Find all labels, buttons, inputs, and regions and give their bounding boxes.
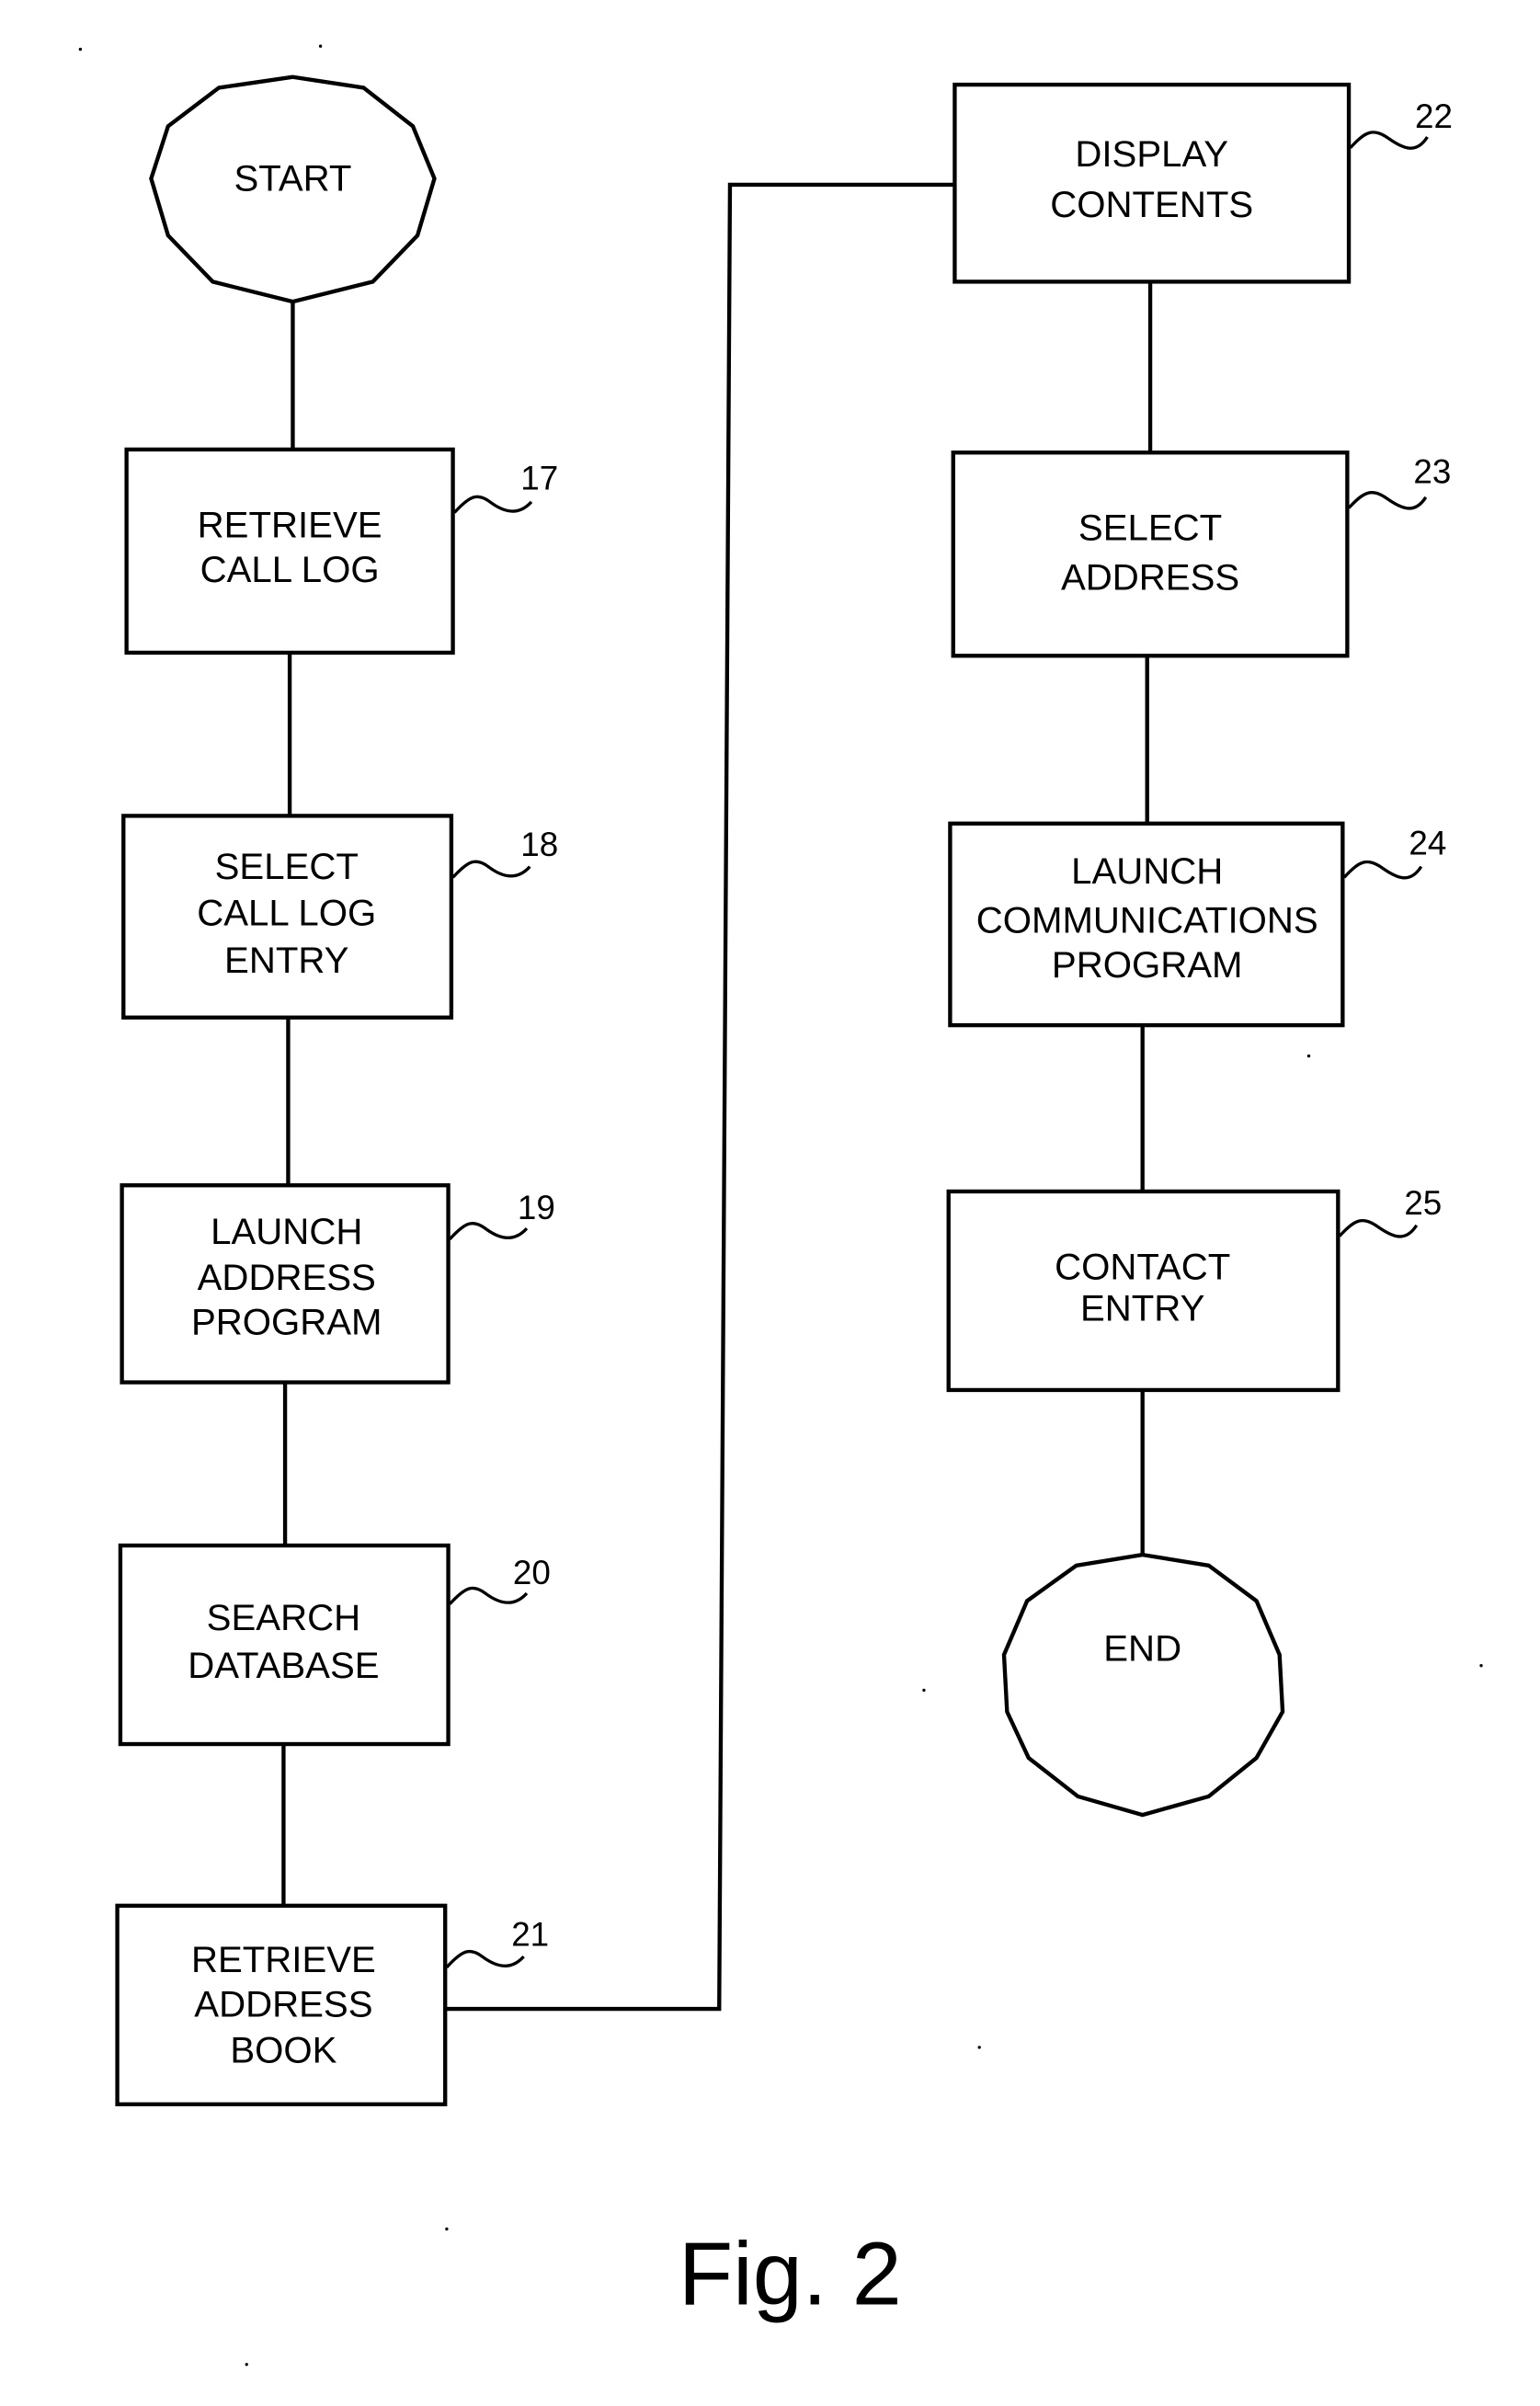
step-23-select-address: SELECT ADDRESS 23 [951,450,1451,658]
step-box [951,450,1350,658]
end-label: END [1103,1628,1181,1670]
reference-number: 17 [520,459,558,496]
step-label-line: SEARCH [207,1597,360,1638]
reference-leader [448,1221,529,1240]
reference-leader [1338,1218,1419,1238]
step-21-retrieve-address-book: RETRIEVE ADDRESS BOOK 21 [115,1903,549,2107]
reference-number: 24 [1409,824,1446,861]
step-label-line: CALL LOG [200,549,380,590]
reference-leader [453,495,533,514]
step-label-line: ADDRESS [1061,556,1239,598]
step-label-line: LAUNCH [211,1211,362,1252]
step-label-line: CALL LOG [197,892,376,933]
step-22-display-contents: DISPLAY CONTENTS 22 [953,82,1453,284]
reference-number: 21 [511,1915,549,1953]
step-label-line: RETRIEVE [198,504,382,545]
step-label-line: RETRIEVE [191,1939,376,1980]
reference-number: 25 [1404,1184,1442,1222]
step-label-line: DATABASE [188,1645,379,1686]
reference-leader [445,1949,525,1968]
step-label-line: DISPLAY [1075,133,1228,175]
step-label-line: SELECT [215,846,359,887]
step-label-line: PROGRAM [1052,944,1243,986]
step-label-line: ENTRY [1080,1288,1204,1329]
reference-number: 23 [1413,453,1451,491]
step-25-contact-entry: CONTACT ENTRY 25 [946,1184,1442,1393]
step-17-retrieve-call-log: RETRIEVE CALL LOG 17 [124,447,558,656]
reference-leader [1347,490,1428,510]
step-label-line: ADDRESS [194,1983,372,2024]
reference-number: 20 [513,1554,551,1591]
start-terminal: START [149,74,437,304]
step-label-line: CONTACT [1055,1246,1230,1287]
step-label-line: COMMUNICATIONS [976,900,1318,941]
end-shape [1001,1552,1285,1818]
start-label: START [234,158,351,200]
reference-number: 18 [520,826,558,863]
reference-number: 19 [518,1189,555,1226]
reference-number: 22 [1415,97,1453,135]
step-label-line: LAUNCH [1071,850,1223,892]
step-label-line: CONTENTS [1050,184,1253,225]
step-24-launch-communications-program: LAUNCH COMMUNICATIONS PROGRAM 24 [948,821,1446,1028]
step-20-search-database: SEARCH DATABASE 20 [118,1543,551,1747]
step-label-line: SELECT [1078,507,1222,549]
step-19-launch-address-program: LAUNCH ADDRESS PROGRAM 19 [120,1183,555,1385]
step-18-select-call-log-entry: SELECT CALL LOG ENTRY 18 [121,814,558,1020]
step-label-line: PROGRAM [191,1302,382,1343]
step-label-line: ADDRESS [198,1257,376,1298]
flowchart-diagram: START END RETRIEVE CALL LOG 17 SELECT CA… [78,44,1483,2366]
reference-leader [1342,860,1423,880]
step-label-line: BOOK [230,2030,337,2071]
reference-leader [451,860,531,879]
figure-caption: Fig. 2 [679,2223,902,2323]
end-terminal: END [1001,1552,1285,1818]
step-label-line: ENTRY [224,940,348,981]
